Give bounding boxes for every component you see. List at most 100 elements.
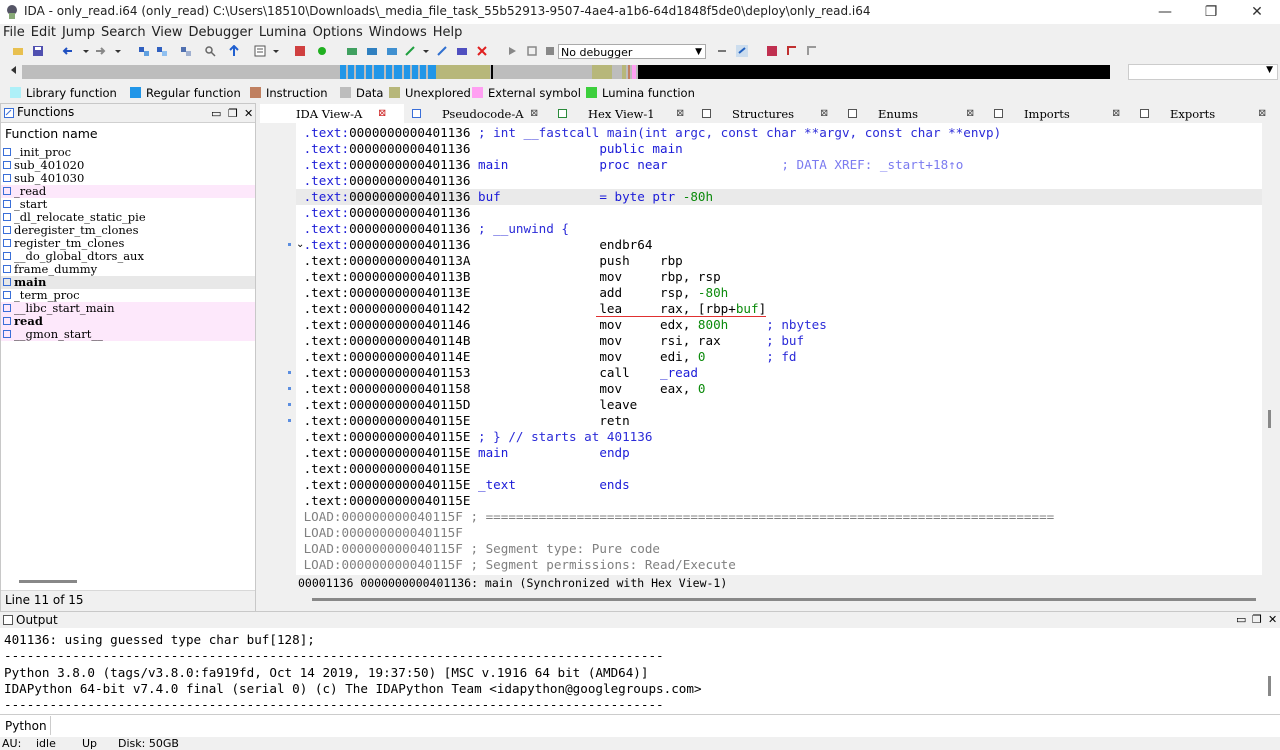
patch-icon[interactable] [404,45,416,57]
disassembly-line[interactable]: LOAD:000000000040115F [296,525,1262,541]
panel-restore-icon[interactable]: ▭ [1236,613,1246,626]
jump-data-icon[interactable] [156,45,168,57]
disassembly-line[interactable]: .text:0000000000401136 main proc near ; … [296,157,1262,173]
tab-close-icon[interactable]: ⊠ [1112,104,1120,123]
tab-close-icon[interactable]: ⊠ [966,104,974,123]
disassembly-line[interactable]: LOAD:000000000040115F ; Segment type: Pu… [296,541,1262,557]
menu-jump[interactable]: Jump [59,24,98,42]
panel-close-icon[interactable]: ✕ [244,107,253,120]
disassembly-line[interactable]: .text:0000000000401136 buf = byte ptr -8… [296,189,1262,205]
disassembly-line[interactable]: .text:0000000000401136 [296,173,1262,189]
run-icon[interactable] [506,45,518,57]
disassembly-line[interactable]: .text:000000000040113E add rsp, -80h [296,285,1262,301]
code-vertical-scrollbar[interactable] [1268,410,1271,428]
functions-horizontal-scrollbar[interactable] [19,580,77,583]
nav-dropdown[interactable]: ▼ [1128,64,1278,80]
forward-dropdown-icon[interactable] [112,45,124,57]
disassembly-line[interactable]: .text:000000000040115E [296,461,1262,477]
watch-icon[interactable] [806,45,818,57]
jump-code-icon[interactable] [138,45,150,57]
function-name-column-header[interactable]: Function name [5,126,98,141]
disassembly-line[interactable]: .text:000000000040115E ; } // starts at … [296,429,1262,445]
jump-text-icon[interactable] [180,45,192,57]
up-arrow-icon[interactable] [228,45,240,57]
text-dropdown-icon[interactable] [270,45,282,57]
breakpoint-icon[interactable] [766,45,778,57]
code-horizontal-scrollbar[interactable] [312,598,1256,601]
tab-close-icon[interactable]: ⊠ [820,104,828,123]
menu-lumina[interactable]: Lumina [256,24,310,42]
menu-search[interactable]: Search [98,24,149,42]
disassembly-line[interactable]: LOAD:000000000040115F ; ================… [296,509,1262,525]
tab-close-icon[interactable]: ⊠ [530,104,538,123]
pause-icon[interactable] [526,45,538,57]
menu-windows[interactable]: Windows [366,24,430,42]
disassembly-line[interactable]: .text:000000000040115D leave [296,397,1262,413]
function-list-item[interactable]: __gmon_start__ [1,328,255,341]
python-command-input[interactable] [50,716,1279,735]
nav-left-arrow-icon[interactable] [10,66,18,74]
save-icon[interactable] [32,45,44,57]
name-icon[interactable] [456,45,468,57]
trace-icon[interactable] [786,45,798,57]
tab-pseudocode-a[interactable]: Pseudocode-A ⊠ [406,104,550,123]
maximize-button[interactable]: ❐ [1188,0,1234,24]
disassembly-line[interactable]: .text:000000000040113A push rbp [296,253,1262,269]
back-dropdown-icon[interactable] [80,45,92,57]
disassembly-line[interactable]: LOAD:000000000040115F ; Segment permissi… [296,557,1262,573]
stop-icon[interactable] [544,45,556,57]
tab-exports[interactable]: Exports ⊠ [1134,104,1278,123]
sync-icon[interactable] [736,45,748,57]
tab-close-icon[interactable]: ⊠ [378,104,386,123]
enum-icon[interactable] [386,45,398,57]
open-icon[interactable] [12,45,24,57]
menu-options[interactable]: Options [310,24,366,42]
ida-view-disassembly[interactable]: .text:0000000000401136 ; int __fastcall … [296,123,1262,575]
tab-ida-view-a[interactable]: IDA View-A ⊠ [260,104,404,123]
disassembly-line[interactable]: .text:000000000040115E [296,493,1262,509]
disassembly-line[interactable]: .text:0000000000401153 call _read [296,365,1262,381]
menu-debugger[interactable]: Debugger [185,24,255,42]
menu-edit[interactable]: Edit [28,24,59,42]
disassembly-line[interactable]: .text:0000000000401136 endbr64 [296,237,1262,253]
struct-icon[interactable] [366,45,378,57]
disassembly-line[interactable]: .text:000000000040114E mov edi, 0 ; fd [296,349,1262,365]
disassembly-line[interactable]: .text:0000000000401146 mov edx, 800h ; n… [296,317,1262,333]
close-button[interactable]: ✕ [1234,0,1280,24]
disassembly-line[interactable]: .text:0000000000401136 [296,205,1262,221]
disassembly-line[interactable]: .text:000000000040115E main endp [296,445,1262,461]
tab-close-icon[interactable]: ⊠ [676,104,684,123]
tab-imports[interactable]: Imports ⊠ [988,104,1132,123]
delete-icon[interactable] [476,45,488,57]
panel-close-icon[interactable]: ✕ [1268,613,1277,626]
back-icon[interactable] [62,45,74,57]
search-binary-icon[interactable] [204,45,216,57]
text-view-icon[interactable] [254,45,266,57]
segment-icon[interactable] [346,45,358,57]
forward-icon[interactable] [94,45,106,57]
disassembly-line[interactable]: .text:0000000000401136 public main [296,141,1262,157]
disassembly-line[interactable]: .text:000000000040113B mov rbp, rsp [296,269,1262,285]
tab-structures[interactable]: Structures ⊠ [696,104,840,123]
disassembly-line[interactable]: .text:000000000040114B mov rsi, rax ; bu… [296,333,1262,349]
green-circle-icon[interactable] [316,45,328,57]
panel-float-icon[interactable]: ❐ [228,107,238,120]
output-vertical-scrollbar[interactable] [1268,676,1271,696]
navigation-bar[interactable] [22,65,1110,79]
attach-icon[interactable] [716,45,728,57]
minimize-button[interactable]: — [1142,0,1188,24]
disassembly-line[interactable]: .text:0000000000401136 ; __unwind { [296,221,1262,237]
disassembly-line[interactable]: .text:0000000000401158 mov eax, 0 [296,381,1262,397]
debugger-select[interactable]: No debugger ▼ [558,44,706,59]
python-language-button[interactable]: Python [5,719,47,733]
disassembly-line[interactable]: .text:000000000040115E _text ends [296,477,1262,493]
disassembly-line[interactable]: .text:0000000000401142 lea rax, [rbp+buf… [296,301,1262,317]
panel-float-icon[interactable]: ❐ [1252,613,1262,626]
menu-help[interactable]: Help [430,24,466,42]
tab-hex-view-1[interactable]: Hex View-1 ⊠ [552,104,696,123]
patch-dropdown-icon[interactable] [420,45,432,57]
graph-view-icon[interactable] [294,45,306,57]
tab-close-icon[interactable]: ⊠ [1258,104,1266,123]
disassembly-line[interactable]: .text:000000000040115E retn [296,413,1262,429]
panel-restore-icon[interactable]: ▭ [211,107,221,120]
